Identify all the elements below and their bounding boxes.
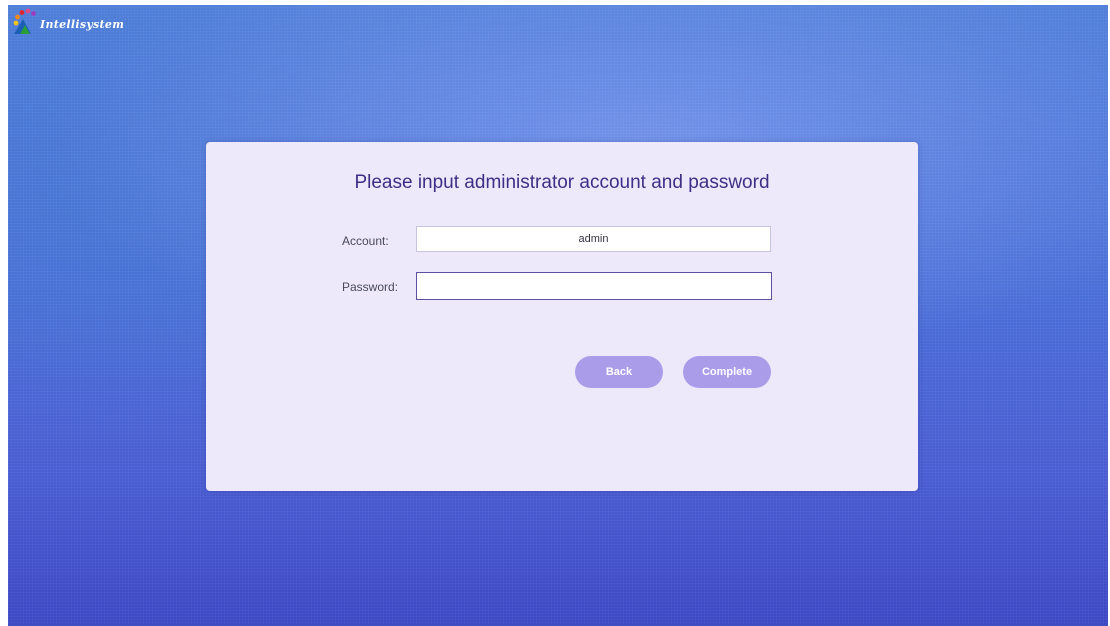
- brand-logo: Intellisystem: [11, 7, 124, 35]
- account-label: Account:: [342, 234, 389, 248]
- logo-text: Intellisystem: [40, 17, 125, 31]
- logo-arc-icon: [13, 8, 36, 34]
- password-input[interactable]: [416, 272, 772, 300]
- admin-login-dialog: Please input administrator account and p…: [206, 142, 918, 491]
- dialog-title: Please input administrator account and p…: [354, 172, 770, 193]
- back-button[interactable]: Back: [575, 356, 663, 388]
- setup-screen: Intellisystem Please input administrator…: [8, 5, 1108, 626]
- account-input[interactable]: [416, 226, 771, 252]
- complete-button[interactable]: Complete: [683, 356, 771, 388]
- password-label: Password:: [342, 280, 399, 294]
